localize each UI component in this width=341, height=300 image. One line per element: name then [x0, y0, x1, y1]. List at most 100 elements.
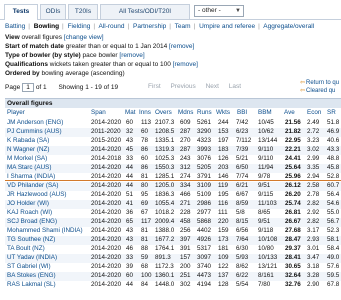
format-select[interactable]: - other - ▼ — [194, 5, 244, 17]
cell-player[interactable]: TG Southee (NZ) — [7, 236, 55, 243]
cell-mat: 36 — [126, 209, 134, 216]
cell-player[interactable]: ST Gabriel (WI) — [7, 263, 51, 270]
cell-player[interactable]: N Wagner (NZ) — [7, 146, 49, 153]
showing-count: Showing 1 - 19 of 19 — [58, 84, 119, 92]
tab-t20is[interactable]: T20Is — [68, 4, 98, 19]
cell-ave: 26.20 — [285, 191, 301, 198]
cell-wkts: 119 — [218, 182, 229, 189]
cell-runs: 3290 — [197, 128, 212, 135]
cell-player[interactable]: K Rabada (SA) — [7, 137, 49, 144]
col-inns[interactable]: Inns — [139, 109, 151, 116]
cell-player[interactable]: BA Stokes (ENG) — [7, 272, 56, 279]
cell-ave: 27.68 — [285, 227, 301, 234]
cell-overs: 1205.0 — [155, 182, 175, 189]
col-player[interactable]: Player — [7, 109, 25, 116]
col-sr[interactable]: SR — [327, 109, 336, 116]
cell-player[interactable]: PJ Cummins (AUS) — [7, 128, 62, 135]
cell-player[interactable]: UT Yadav (INDIA) — [7, 254, 57, 261]
cell-mat: 65 — [126, 218, 134, 225]
cell-inns: 100 — [141, 272, 152, 279]
col-runs[interactable]: Runs — [197, 109, 212, 116]
subnav-bowling[interactable]: Bowling — [34, 23, 59, 30]
cell-bbi: 6/67 — [236, 191, 249, 198]
cell-player[interactable]: JO Holder (WI) — [7, 200, 49, 207]
cell-player[interactable]: MA Starc (AUS) — [7, 164, 51, 171]
subnav-team[interactable]: Team — [175, 23, 191, 30]
remove-start-date-link[interactable]: [remove] — [169, 43, 194, 50]
tab-all-formats[interactable]: All Tests/ODI/T20I — [100, 4, 190, 19]
cell-econ: 2.90 — [307, 281, 320, 288]
cell-player[interactable]: TA Boult (NZ) — [7, 245, 45, 252]
col-mdns[interactable]: Mdns — [178, 109, 193, 116]
col-ave[interactable]: Ave — [284, 109, 295, 116]
cell-econ: 2.99 — [307, 155, 320, 162]
remove-qualification-link[interactable]: [remove] — [173, 61, 198, 68]
col-span[interactable]: Span — [91, 109, 106, 116]
cell-ave: 26.12 — [285, 182, 301, 189]
subnav-partnership[interactable]: Partnership — [133, 23, 166, 30]
criteria-start-label: Start of match date — [5, 43, 64, 50]
cell-span: 2014-2020 — [91, 164, 122, 171]
cell-econ: 3.23 — [307, 137, 320, 144]
subnav-all-round[interactable]: All-round — [98, 23, 124, 30]
subnav-aggregate[interactable]: Aggregate/overall — [263, 23, 314, 30]
col-mat[interactable]: Mat — [125, 109, 136, 116]
cell-ave: 25.64 — [285, 164, 301, 171]
subnav-umpire-referee[interactable]: Umpire and referee — [199, 23, 255, 30]
col-bbi[interactable]: BBI — [237, 109, 247, 116]
cell-player[interactable]: SCJ Broad (ENG) — [7, 218, 57, 225]
cell-player[interactable]: KAJ Roach (WI) — [7, 209, 52, 216]
cell-mat: 45 — [126, 146, 134, 153]
cell-span: 2014-2020 — [91, 182, 122, 189]
cell-player[interactable]: JR Hazlewood (AUS) — [7, 191, 67, 198]
page-number-input[interactable]: 1 — [22, 83, 34, 92]
cell-player[interactable]: JM Anderson (ENG) — [7, 119, 63, 126]
cell-wkts: 181 — [218, 245, 229, 252]
previous-page-link[interactable]: Previous — [170, 83, 195, 90]
col-overs[interactable]: Overs — [155, 109, 172, 116]
cell-econ: 3.28 — [307, 272, 320, 279]
cell-ave: 29.37 — [285, 245, 301, 252]
cell-player[interactable]: RAS Lakmal (SL) — [7, 281, 56, 288]
change-view-link[interactable]: [change view] — [64, 34, 104, 41]
return-to-query-link[interactable]: Return to qu — [306, 80, 339, 86]
cell-mdns: 609 — [180, 119, 191, 126]
cell-econ: 3.17 — [307, 227, 320, 234]
cell-runs: 5868 — [197, 218, 212, 225]
col-bbm[interactable]: BBM — [258, 109, 272, 116]
cell-bbi: 5/21 — [236, 155, 249, 162]
cell-player[interactable]: Mohammed Shami (INDIA) — [7, 227, 83, 234]
page-of: of 1 — [35, 84, 47, 92]
remove-bowler-type-link[interactable]: [remove] — [119, 52, 144, 59]
cell-player[interactable]: I Sharma (INDIA) — [7, 173, 55, 180]
cell-span: 2014-2020 — [91, 263, 122, 270]
cell-mat: 51 — [126, 191, 134, 198]
table-row: TG Southee (NZ) 2014-2020 43 81 1677.2 397 492… — [5, 236, 341, 245]
cell-mdns: 271 — [180, 200, 191, 207]
cell-bbi: 6/50 — [236, 164, 249, 171]
cell-player[interactable]: VD Philander (SA) — [7, 182, 58, 189]
subnav-batting[interactable]: Batting — [5, 23, 25, 30]
cleared-query-link[interactable]: Cleared qu — [306, 88, 335, 94]
cell-inns: 81 — [141, 227, 149, 234]
cell-overs: 1388.0 — [155, 227, 175, 234]
cell-bbi: 8/59 — [236, 200, 249, 207]
cell-ave: 26.81 — [285, 209, 301, 216]
col-econ[interactable]: Econ — [307, 109, 321, 116]
first-page-link[interactable]: First — [148, 83, 161, 90]
tab-tests[interactable]: Tests — [4, 4, 38, 20]
cell-econ: 2.49 — [307, 119, 320, 126]
table-row: JR Hazlewood (AUS) 2014-2020 51 95 1836.3 466… — [5, 191, 341, 200]
cell-player[interactable]: M Morkel (SA) — [7, 155, 47, 162]
col-wkts[interactable]: Wkts — [216, 109, 230, 116]
cell-inns: 86 — [141, 146, 149, 153]
statistics-subnav: Batting | Bowling | Fielding | All-round | P… — [5, 23, 315, 30]
last-page-link[interactable]: Last — [229, 83, 241, 90]
next-page-link[interactable]: Next — [206, 83, 219, 90]
cell-econ: 2.92 — [307, 209, 320, 216]
cell-runs: 3076 — [197, 155, 212, 162]
cell-inns: 86 — [141, 164, 149, 171]
subnav-fielding[interactable]: Fielding — [68, 23, 91, 30]
tab-odis[interactable]: ODIs — [40, 4, 66, 19]
cell-sr: 52.3 — [327, 227, 340, 234]
